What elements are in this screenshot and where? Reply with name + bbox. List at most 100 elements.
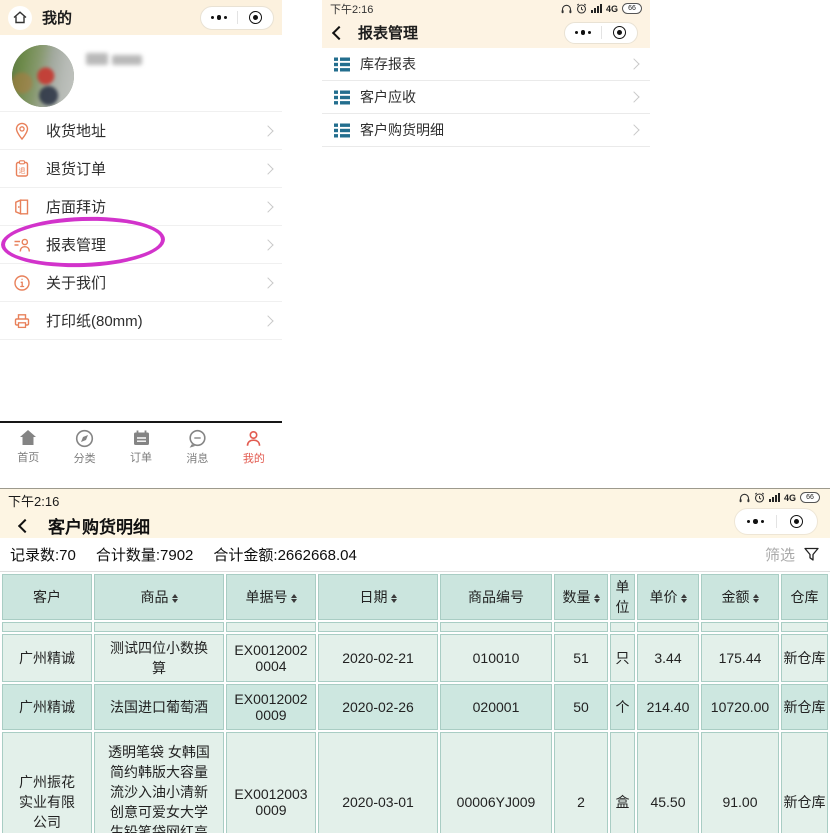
- col-header-date-sortable[interactable]: 日期: [318, 574, 438, 620]
- col-header-doc-no-sortable[interactable]: 单据号: [226, 574, 316, 620]
- cell-warehouse: 新仓库: [781, 634, 828, 682]
- cell-doc-no: EX00120020004: [226, 634, 316, 682]
- col-header-amount-sortable[interactable]: 金额: [701, 574, 779, 620]
- reports-page-header: 报表管理: [322, 17, 650, 48]
- menu-item-label: 退货订单: [46, 158, 106, 179]
- cell-warehouse: 新仓库: [781, 684, 828, 730]
- clock-time: 下午2:16: [8, 491, 59, 510]
- menu-item-report-management[interactable]: 报表管理: [0, 226, 282, 264]
- target-icon: [613, 26, 626, 39]
- page-title: 我的: [42, 7, 72, 28]
- sort-icon: [594, 594, 600, 604]
- col-header-warehouse: 仓库: [781, 574, 828, 620]
- home-icon: [13, 11, 27, 24]
- back-button[interactable]: [18, 518, 32, 532]
- sort-icon: [291, 594, 297, 604]
- menu-item-print-paper[interactable]: 打印纸(80mm): [0, 302, 282, 340]
- bottom-tab-bar: 首页 分类 订单 消息 我的: [0, 423, 282, 472]
- cell-customer: 广州振花实业有限公司: [2, 732, 92, 833]
- list-icon: [334, 57, 350, 72]
- list-icon: [334, 123, 350, 138]
- table-header-row: 客户 商品 单据号 日期 商品编号 数量 单位 单价 金额 仓库: [2, 574, 828, 620]
- chevron-right-icon: [628, 124, 639, 135]
- cell-doc-no: EX00120030009: [226, 732, 316, 833]
- page-title: 报表管理: [358, 22, 418, 43]
- cell-product-code: 020001: [440, 684, 552, 730]
- chevron-right-icon: [628, 91, 639, 102]
- cell-price: 3.44: [637, 634, 699, 682]
- order-list-icon: [132, 429, 151, 447]
- table-row: 广州精诚 法国进口葡萄酒 EX00120020009 2020-02-26 02…: [2, 684, 828, 730]
- username-redacted: [86, 53, 142, 65]
- battery-icon: 66: [800, 492, 820, 503]
- battery-icon: 66: [622, 3, 642, 14]
- menu-item-shipping-address[interactable]: 收货地址: [0, 112, 282, 150]
- more-button[interactable]: [201, 15, 237, 20]
- chevron-right-icon: [262, 239, 273, 250]
- sort-icon: [391, 594, 397, 604]
- return-order-icon: 退: [10, 159, 34, 179]
- menu-item-label: 库存报表: [360, 54, 416, 74]
- tab-categories[interactable]: 分类: [56, 423, 112, 472]
- tab-orders[interactable]: 订单: [113, 423, 169, 472]
- status-bar: 下午2:16 4G 66: [322, 0, 650, 17]
- cell-qty: 51: [554, 634, 608, 682]
- col-header-price-sortable[interactable]: 单价: [637, 574, 699, 620]
- menu-item-label: 收货地址: [46, 120, 106, 141]
- profile-section: [0, 35, 282, 111]
- compass-icon: [75, 429, 94, 448]
- purchase-detail-panel: 下午2:16 客户购货明细 4G 66 记录数:70 合计数量:7902 合计金…: [0, 488, 830, 833]
- person-icon: [244, 429, 263, 448]
- menu-item-customer-receivables[interactable]: 客户应收: [322, 81, 650, 114]
- back-button[interactable]: [332, 25, 346, 39]
- chevron-right-icon: [262, 201, 273, 212]
- cell-price: 214.40: [637, 684, 699, 730]
- close-target-button[interactable]: [602, 26, 638, 39]
- menu-item-inventory-report[interactable]: 库存报表: [322, 48, 650, 81]
- col-header-product-sortable[interactable]: 商品: [94, 574, 224, 620]
- message-bubble-icon: [188, 429, 207, 448]
- tab-messages[interactable]: 消息: [169, 423, 225, 472]
- more-button[interactable]: [565, 30, 601, 35]
- cell-date: 2020-02-21: [318, 634, 438, 682]
- cell-customer: 广州精诚: [2, 684, 92, 730]
- menu-item-customer-purchase-detail[interactable]: 客户购货明细: [322, 114, 650, 147]
- close-target-button[interactable]: [238, 11, 274, 24]
- cell-product: 测试四位小数换算: [94, 634, 224, 682]
- funnel-icon: [803, 546, 820, 563]
- tab-mine[interactable]: 我的: [226, 423, 282, 472]
- chevron-right-icon: [262, 125, 273, 136]
- col-header-qty-sortable[interactable]: 数量: [554, 574, 608, 620]
- col-header-product-code: 商品编号: [440, 574, 552, 620]
- menu-item-about-us[interactable]: 关于我们: [0, 264, 282, 302]
- my-menu: 收货地址 退 退货订单 店面拜访 报表管理: [0, 111, 282, 340]
- cell-warehouse: 新仓库: [781, 732, 828, 833]
- clock-time: 下午2:16: [330, 1, 373, 17]
- close-target-button[interactable]: [777, 515, 818, 528]
- menu-item-return-orders[interactable]: 退 退货订单: [0, 150, 282, 188]
- menu-item-store-visit[interactable]: 店面拜访: [0, 188, 282, 226]
- cell-qty: 50: [554, 684, 608, 730]
- cell-product: 法国进口葡萄酒: [94, 684, 224, 730]
- more-button[interactable]: [735, 519, 776, 524]
- network-type: 4G: [606, 4, 618, 14]
- home-button[interactable]: [8, 6, 32, 30]
- cell-qty: 2: [554, 732, 608, 833]
- alarm-clock-icon: [576, 3, 587, 14]
- cell-doc-no: EX00120020009: [226, 684, 316, 730]
- menu-item-label: 打印纸(80mm): [46, 310, 143, 331]
- chevron-right-icon: [262, 163, 273, 174]
- cell-amount: 10720.00: [701, 684, 779, 730]
- avatar[interactable]: [12, 45, 74, 107]
- headset-icon: [739, 493, 750, 503]
- cell-amount: 175.44: [701, 634, 779, 682]
- partial-row: [2, 622, 828, 632]
- filter-button[interactable]: 筛选: [765, 544, 820, 565]
- door-icon: [10, 197, 34, 217]
- cell-customer: 广州精诚: [2, 634, 92, 682]
- tab-home[interactable]: 首页: [0, 423, 56, 472]
- chevron-right-icon: [262, 315, 273, 326]
- menu-item-label: 客户购货明细: [360, 120, 444, 140]
- my-page-header: 我的: [0, 0, 282, 35]
- cell-price: 45.50: [637, 732, 699, 833]
